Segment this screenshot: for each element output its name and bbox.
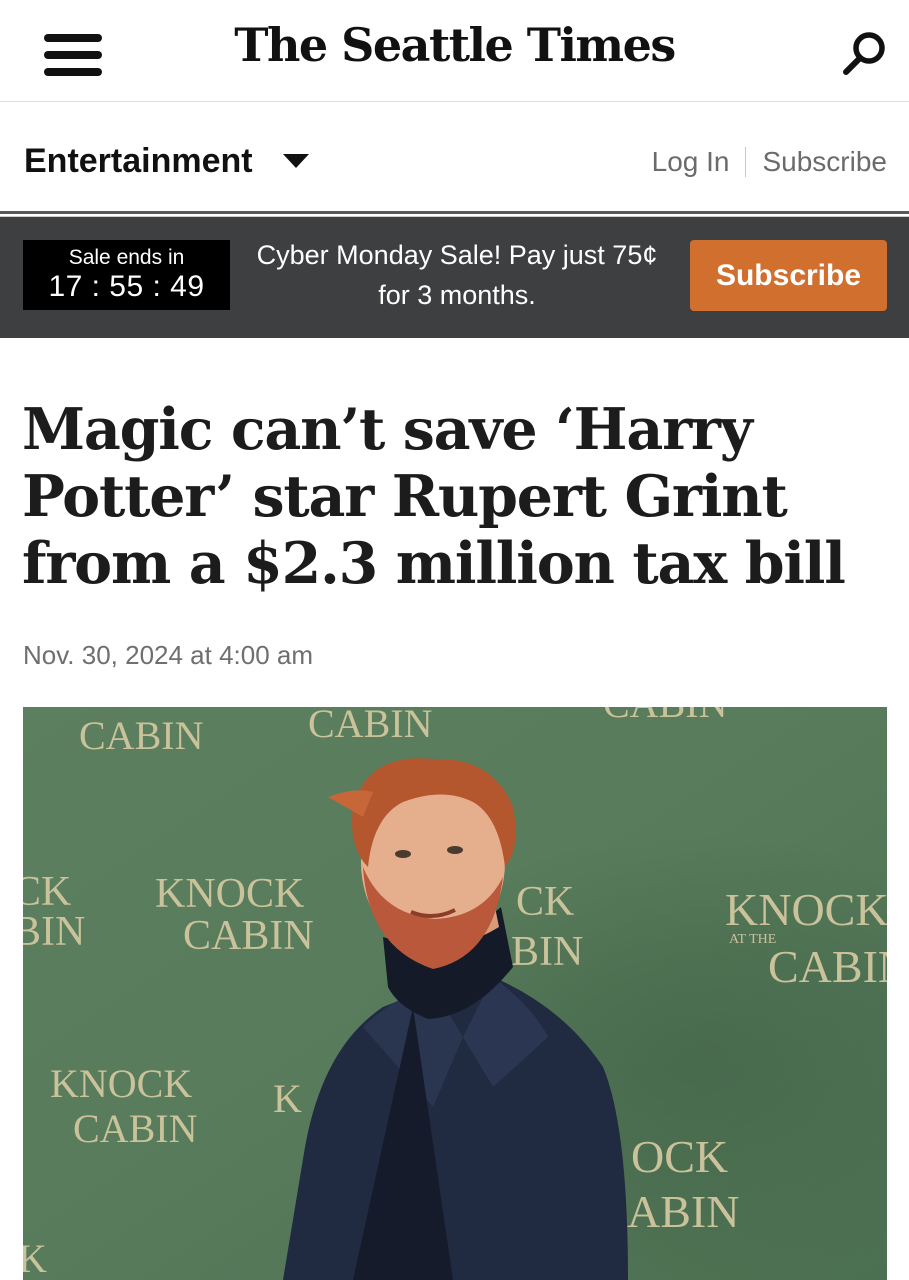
backdrop-text: CABIN bbox=[603, 707, 727, 726]
section-bar: Entertainment Log In Subscribe bbox=[0, 102, 909, 217]
backdrop-text: CK bbox=[516, 879, 574, 925]
site-logo[interactable]: The Seattle Times bbox=[0, 18, 909, 72]
subscribe-button[interactable]: Subscribe bbox=[690, 240, 887, 311]
sale-message: Cyber Monday Sale! Pay just 75¢ for 3 mo… bbox=[242, 235, 672, 315]
backdrop-text: K bbox=[23, 1236, 47, 1280]
backdrop-text: CABIN bbox=[73, 1106, 197, 1151]
person-eye bbox=[395, 850, 411, 858]
divider bbox=[745, 147, 747, 177]
caret-down-icon[interactable] bbox=[283, 154, 309, 168]
backdrop-text: CABIN bbox=[183, 913, 314, 959]
sale-message-line1: Cyber Monday Sale! Pay just 75¢ bbox=[256, 240, 658, 270]
article-photo[interactable]: CABIN CABIN CABIN KNOCK CABIN CK BIN CK … bbox=[23, 707, 887, 1280]
backdrop-text: KNOCK bbox=[155, 871, 304, 917]
backdrop-text: K bbox=[273, 1076, 302, 1121]
countdown-label: Sale ends in bbox=[68, 246, 185, 269]
search-icon[interactable] bbox=[840, 28, 890, 78]
backdrop-text: CABIN bbox=[308, 707, 432, 746]
countdown-timer: Sale ends in 17 : 55 : 49 bbox=[23, 240, 230, 310]
masthead: The Seattle Times bbox=[0, 0, 909, 102]
backdrop-text: OCK bbox=[631, 1131, 728, 1182]
auth-links: Log In Subscribe bbox=[652, 146, 887, 178]
backdrop-text: CABIN bbox=[79, 713, 203, 758]
backdrop-text: BIN bbox=[23, 909, 85, 955]
backdrop-text: KNOCK bbox=[725, 884, 887, 935]
sale-banner: Sale ends in 17 : 55 : 49 Cyber Monday S… bbox=[0, 217, 909, 338]
article-dateline: Nov. 30, 2024 at 4:00 am bbox=[23, 640, 314, 670]
subscribe-link[interactable]: Subscribe bbox=[762, 146, 887, 178]
photo-illustration: CABIN CABIN CABIN KNOCK CABIN CK BIN CK … bbox=[23, 707, 887, 1280]
article-headline[interactable]: Magic can’t save ‘Harry Potter’ star Rup… bbox=[22, 396, 892, 597]
person-eye bbox=[447, 846, 463, 854]
backdrop-text: BIN bbox=[511, 929, 583, 975]
sale-message-line2: for 3 months. bbox=[378, 280, 536, 310]
section-title[interactable]: Entertainment bbox=[24, 142, 253, 181]
backdrop-text: CABIN bbox=[768, 941, 887, 992]
countdown-time: 17 : 55 : 49 bbox=[48, 270, 205, 303]
login-link[interactable]: Log In bbox=[652, 146, 730, 178]
backdrop-text: ABIN bbox=[627, 1186, 739, 1237]
backdrop-text: KNOCK bbox=[50, 1061, 192, 1106]
